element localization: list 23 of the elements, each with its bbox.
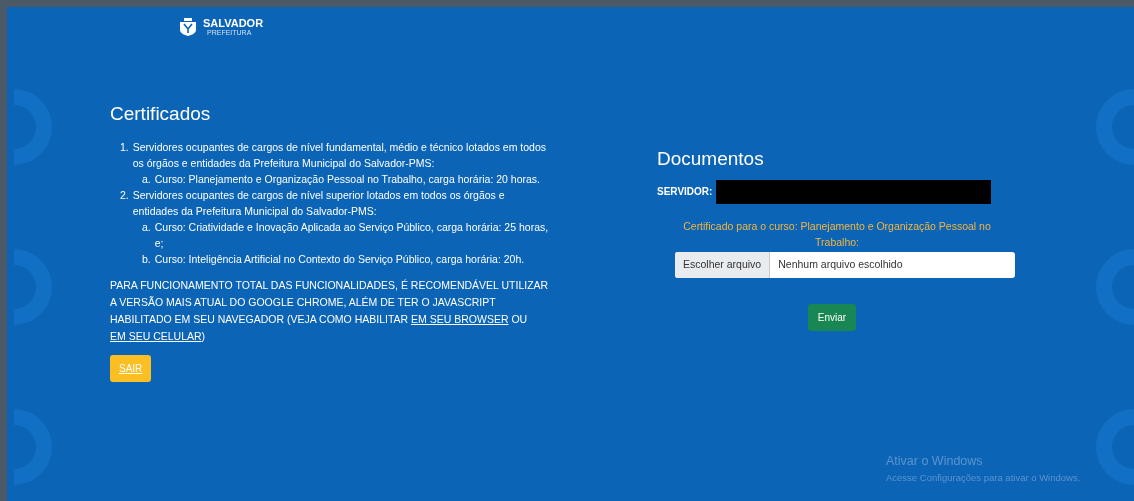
list-item-text: Curso: Criatividade e Inovação Aplicada ao Serviço Público, carga horária: 25 horas, e;: [154, 219, 550, 251]
list-item-text: Curso: Planejamento e Organização Pessoal no Trabalho, carga horária: 20 horas.: [154, 171, 540, 187]
course-label: Certificado para o curso: Planejamento e Organização Pessoal no Trabalho:: [682, 218, 992, 250]
file-input[interactable]: Escolher arquivo Nenhum arquivo escolhido: [675, 251, 1015, 278]
list-letter: b.: [142, 251, 151, 267]
field-label: SERVIDOR:: [657, 185, 713, 199]
submit-button[interactable]: Enviar: [807, 303, 857, 331]
list-item-text: Servidores ocupantes de cargos de nível superior lotados em todos os órgãos e entidades da Prefeitura Municipal do Salvador-PMS:: [132, 187, 506, 219]
section-title: Certificados: [110, 102, 212, 126]
notice-link[interactable]: EM SEU CELULAR: [110, 329, 202, 342]
list-item-text: Servidores ocupantes de cargos de nível fundamental, médio e técnico lotados em todos os órgãos e entidades da Prefeitura Municipal do Salvador-PMS:: [132, 139, 547, 171]
activation-message: Acesse Configurações para ativar o Windows.: [886, 470, 1081, 485]
section-title: Documentos: [657, 147, 765, 171]
list-number: 2.: [120, 187, 129, 203]
activation-title: Ativar o Windows: [886, 453, 984, 470]
browser-notice: PARA FUNCIONAMENTO TOTAL DAS FUNCIONALIDADES, É RECOMENDÁVEL UTILIZAR A VERSÃO MAIS ATUAL DO GOOGLE CHROME, ALÉM DE TER O JAVASCRIPT HABILITADO EM SEU NAVEGADOR (VEJA COMO HABILITAR EM SEU BROWSER OU EM SEU CELULAR): [110, 277, 550, 344]
list-letter: a.: [142, 171, 151, 187]
logo-title: SALVADOR: [203, 18, 264, 29]
list-item-text: Curso: Inteligência Artificial no Contexto do Serviço Público, carga horária: 20h.: [154, 251, 525, 267]
crest-icon: [177, 18, 199, 36]
list-letter: a.: [142, 219, 151, 235]
notice-link[interactable]: EM SEU BROWSER: [411, 312, 509, 325]
list-number: 1.: [120, 139, 129, 155]
